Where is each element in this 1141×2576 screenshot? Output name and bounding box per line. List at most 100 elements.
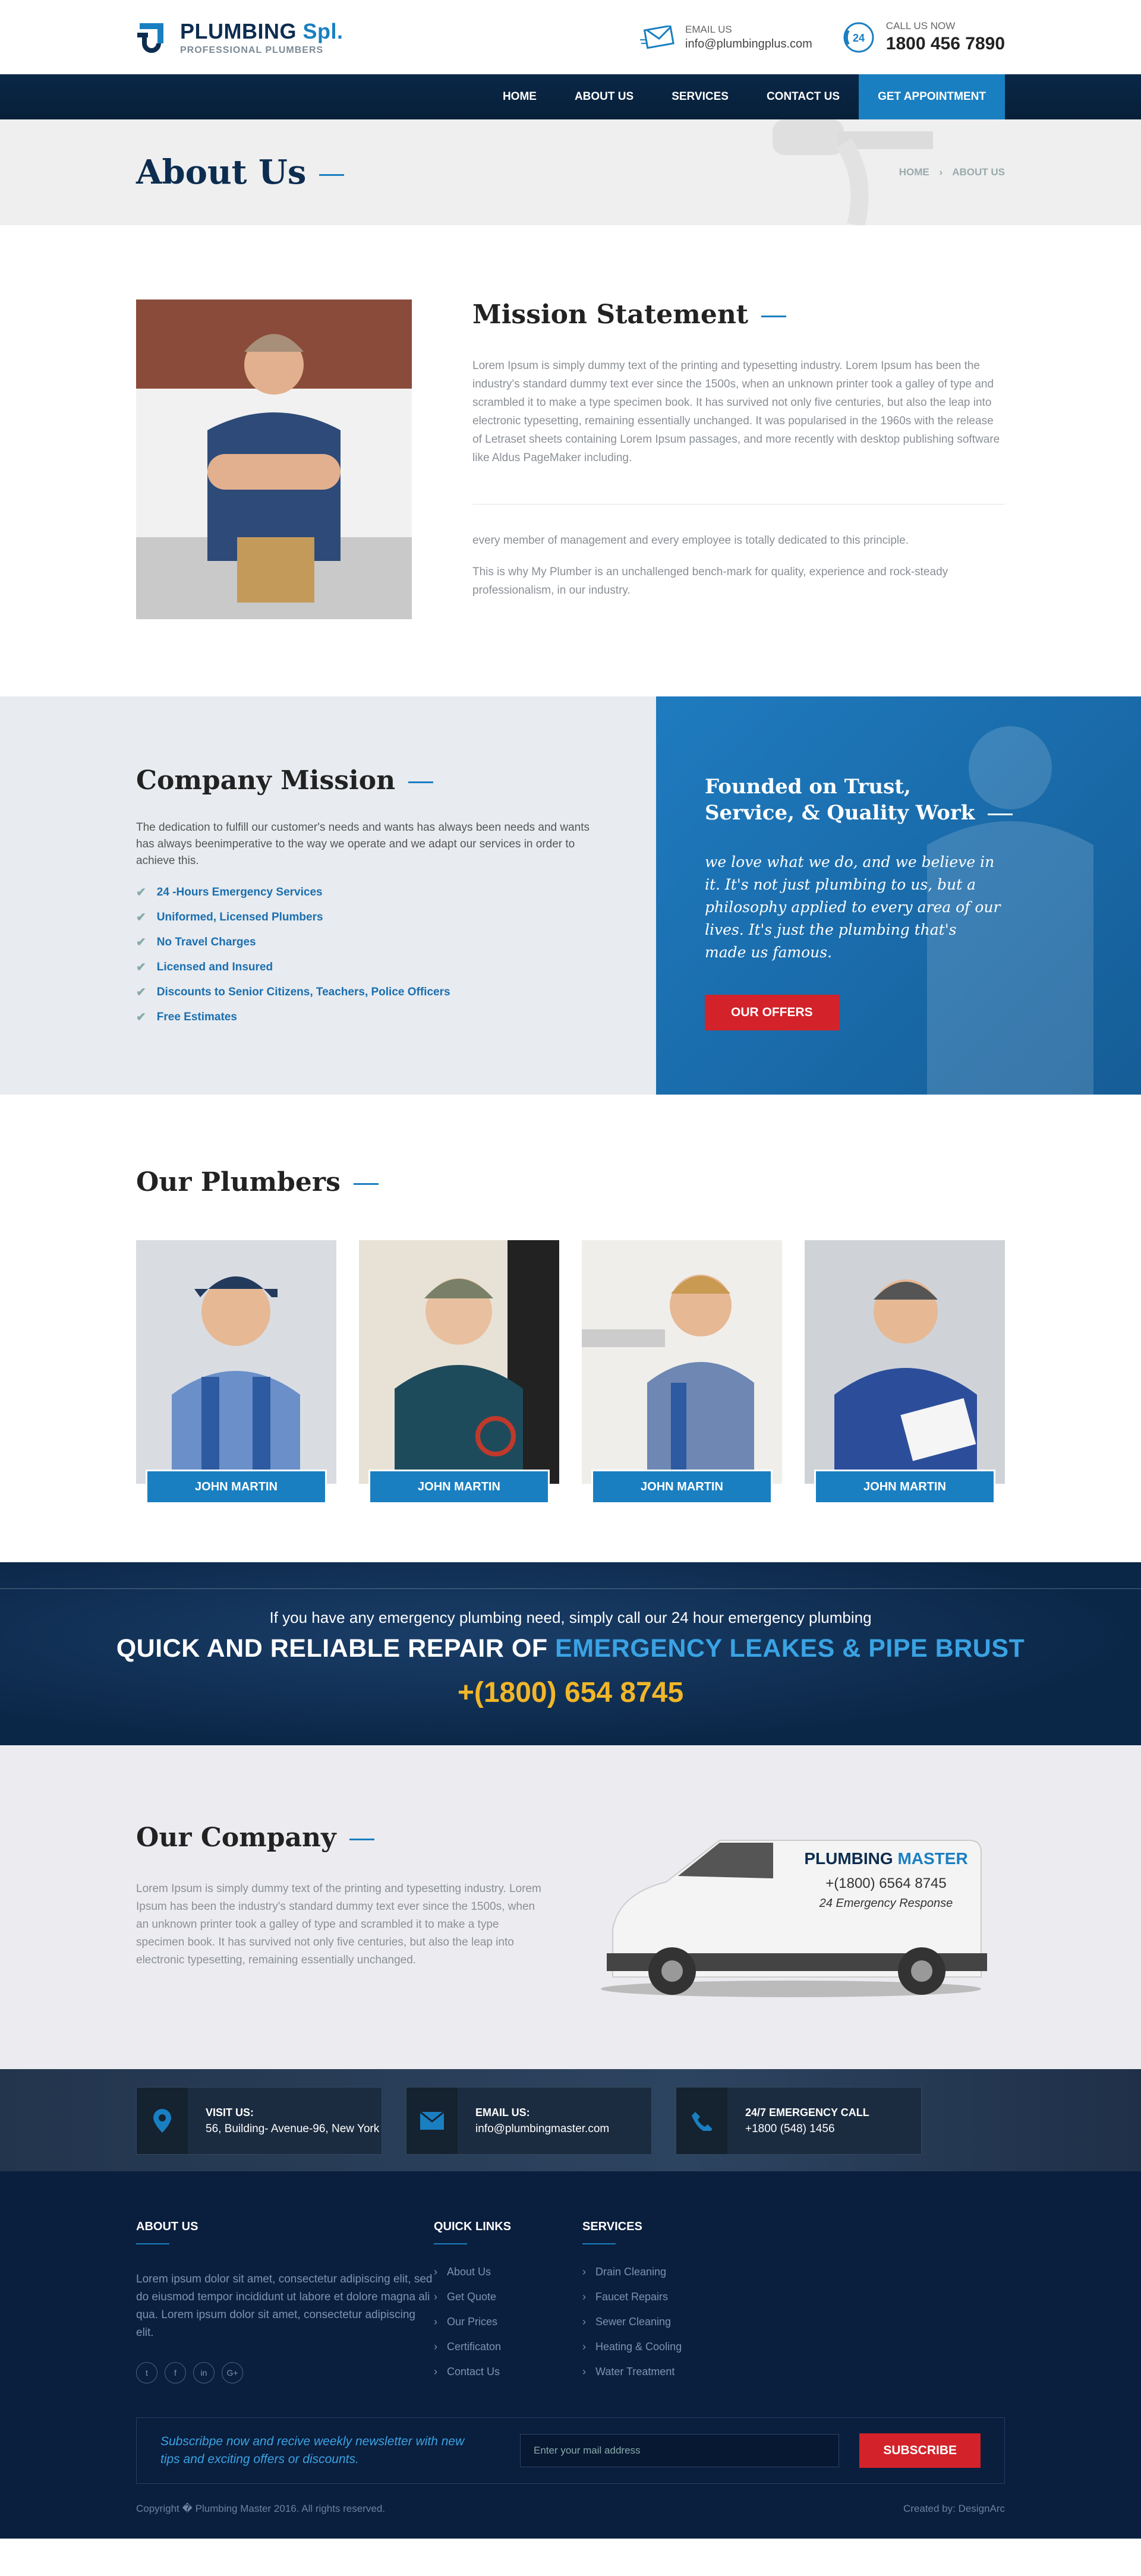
svg-text:PLUMBING MASTER: PLUMBING MASTER bbox=[804, 1849, 967, 1868]
footer-link[interactable]: Heating & Cooling bbox=[582, 2341, 682, 2353]
plumber-card[interactable]: JOHN MARTIN bbox=[805, 1240, 1005, 1504]
plumber-card[interactable]: JOHN MARTIN bbox=[359, 1240, 559, 1504]
company-mission-title: Company Mission bbox=[136, 765, 656, 796]
list-item: ✔ Discounts to Senior Citizens, Teachers,… bbox=[136, 985, 450, 999]
email-value[interactable]: info@plumbingplus.com bbox=[685, 37, 812, 51]
list-item: ✔ Licensed and Insured bbox=[136, 960, 273, 975]
google-plus-icon[interactable]: G+ bbox=[222, 2362, 243, 2383]
plumber-card[interactable]: JOHN MARTIN bbox=[582, 1240, 782, 1504]
plumber-photo bbox=[359, 1240, 559, 1484]
company-mission-desc: The dedication to fulfill our customer's… bbox=[136, 821, 590, 867]
services-title: SERVICES bbox=[582, 2220, 642, 2233]
top-bar: PLUMBING Spl. PROFESSIONAL PLUMBERS EMAI… bbox=[0, 0, 1141, 74]
newsletter-email-input[interactable]: Enter your mail address bbox=[520, 2434, 840, 2467]
get-appointment-button[interactable]: GET APPOINTMENT bbox=[859, 74, 1005, 119]
facebook-icon[interactable]: f bbox=[165, 2362, 186, 2383]
call-contact[interactable]: 24 CALL US NOW 1800 456 7890 bbox=[842, 20, 1005, 54]
emergency-call-value[interactable]: +1800 (548) 1456 bbox=[745, 2123, 869, 2136]
call-number[interactable]: 1800 456 7890 bbox=[886, 34, 1005, 54]
emergency-banner: If you have any emergency plumbing need,… bbox=[0, 1562, 1141, 1745]
plumbers-section: Our Plumbers JOHN MARTIN JOHN MARTIN JOH… bbox=[0, 1095, 1141, 1562]
email-contact[interactable]: EMAIL US info@plumbingplus.com bbox=[640, 24, 812, 51]
plumber-card[interactable]: JOHN MARTIN bbox=[136, 1240, 336, 1504]
footer-services: SERVICES Drain Cleaning Faucet Repairs S… bbox=[582, 2220, 682, 2391]
visit-value: 56, Building- Avenue-96, New York bbox=[206, 2122, 380, 2135]
phone-icon bbox=[676, 2088, 727, 2154]
plumber-name: JOHN MARTIN bbox=[814, 1470, 995, 1504]
nav-contact[interactable]: CONTACT US bbox=[748, 74, 859, 119]
breadcrumb-home[interactable]: HOME bbox=[899, 166, 929, 178]
footer-link[interactable]: About Us bbox=[434, 2266, 582, 2278]
divider bbox=[136, 2243, 169, 2244]
pipe-logo-icon bbox=[137, 23, 163, 53]
credit: Created by: DesignArc bbox=[903, 2503, 1005, 2514]
breadcrumb-separator: › bbox=[939, 166, 943, 178]
divider bbox=[472, 504, 1005, 505]
svg-text:24 Emergency Response: 24 Emergency Response bbox=[819, 1897, 953, 1910]
nav-home[interactable]: HOME bbox=[484, 74, 556, 119]
visit-label: VISIT US: bbox=[206, 2106, 254, 2118]
mission-paragraph-2: every member of management and every emp… bbox=[472, 534, 909, 547]
footer-link[interactable]: Drain Cleaning bbox=[582, 2266, 682, 2278]
footer-link[interactable]: Our Prices bbox=[434, 2316, 582, 2328]
plumber-background-image bbox=[927, 726, 1093, 1095]
breadcrumb: HOME › ABOUT US bbox=[899, 166, 1005, 178]
mission-paragraph-3: This is why My Plumber is an unchallenge… bbox=[472, 566, 948, 597]
van-image: PLUMBING MASTER +(1800) 6564 8745 24 Eme… bbox=[601, 1840, 987, 1997]
list-item: ✔ 24 -Hours Emergency Services bbox=[136, 885, 323, 900]
logo-title: PLUMBING Spl. bbox=[180, 18, 343, 43]
footer-link[interactable]: Sewer Cleaning bbox=[582, 2316, 682, 2328]
envelope-icon bbox=[640, 25, 674, 49]
nav-about[interactable]: ABOUT US bbox=[556, 74, 653, 119]
check-icon: ✔ bbox=[136, 961, 146, 974]
site-footer: ABOUT US Lorem ipsum dolor sit amet, con… bbox=[0, 2171, 1141, 2539]
footer-quick-links: QUICK LINKS About Us Get Quote Our Price… bbox=[434, 2220, 582, 2391]
feature-list: ✔ 24 -Hours Emergency Services ✔ Uniformed… bbox=[136, 885, 656, 1024]
footer-link[interactable]: Get Quote bbox=[434, 2291, 582, 2303]
twitter-icon[interactable]: t bbox=[136, 2362, 157, 2383]
company-mission-section: Company Mission The dedication to fulfil… bbox=[0, 696, 1141, 1095]
plumber-photo bbox=[805, 1240, 1005, 1484]
logo[interactable]: PLUMBING Spl. PROFESSIONAL PLUMBERS bbox=[136, 19, 343, 56]
plumber-photo bbox=[136, 1240, 336, 1484]
svg-text:24: 24 bbox=[853, 32, 865, 44]
plumber-name: JOHN MARTIN bbox=[368, 1470, 550, 1504]
linkedin-icon[interactable]: in bbox=[193, 2362, 215, 2383]
page-header: About Us HOME › ABOUT US bbox=[0, 119, 1141, 225]
footer-about-title: ABOUT US bbox=[136, 2220, 198, 2233]
check-icon: ✔ bbox=[136, 886, 146, 899]
plumber-photo bbox=[136, 299, 412, 619]
envelope-icon bbox=[406, 2088, 458, 2154]
plumber-photo bbox=[582, 1240, 782, 1484]
footer-link[interactable]: Faucet Repairs bbox=[582, 2291, 682, 2303]
check-icon: ✔ bbox=[136, 1011, 146, 1024]
nav-services[interactable]: SERVICES bbox=[653, 74, 748, 119]
plumber-name: JOHN MARTIN bbox=[146, 1470, 327, 1504]
email-us-box[interactable]: EMAIL US: info@plumbingmaster.com bbox=[406, 2087, 652, 2155]
copyright: Copyright � Plumbing Master 2016. All ri… bbox=[136, 2503, 386, 2514]
footer-about-text: Lorem ipsum dolor sit amet, consectetur … bbox=[136, 2273, 433, 2339]
emergency-call-label: 24/7 EMERGENCY CALL bbox=[745, 2106, 869, 2118]
emergency-call-box[interactable]: 24/7 EMERGENCY CALL +1800 (548) 1456 bbox=[676, 2087, 922, 2155]
quick-links-title: QUICK LINKS bbox=[434, 2220, 511, 2233]
visit-us-box[interactable]: VISIT US: 56, Building- Avenue-96, New Yo… bbox=[136, 2087, 382, 2155]
svg-text:+(1800) 6564 8745: +(1800) 6564 8745 bbox=[825, 1875, 947, 1891]
footer-link[interactable]: Certificaton bbox=[434, 2341, 582, 2353]
founded-panel: Founded on Trust, Service, & Quality Work… bbox=[656, 696, 1141, 1095]
list-item: ✔ Uniformed, Licensed Plumbers bbox=[136, 910, 323, 925]
footer-link[interactable]: Contact Us bbox=[434, 2366, 582, 2378]
footer-link[interactable]: Water Treatment bbox=[582, 2366, 682, 2378]
divider bbox=[434, 2243, 467, 2244]
subscribe-button[interactable]: SUBSCRIBE bbox=[859, 2433, 981, 2468]
newsletter-text: Subscribpe now and recive weekly newslet… bbox=[160, 2435, 465, 2466]
email-value[interactable]: info@plumbingmaster.com bbox=[475, 2123, 609, 2136]
email-label: EMAIL US bbox=[685, 23, 732, 35]
check-icon: ✔ bbox=[136, 986, 146, 999]
mission-section: Mission Statement Lorem Ipsum is simply … bbox=[0, 225, 1141, 696]
main-nav: HOME ABOUT US SERVICES CONTACT US GET AP… bbox=[0, 74, 1141, 119]
mission-paragraph-1: Lorem Ipsum is simply dummy text of the … bbox=[472, 360, 1000, 464]
breadcrumb-current: ABOUT US bbox=[952, 166, 1005, 178]
emergency-phone[interactable]: +(1800) 654 8745 bbox=[0, 1676, 1141, 1709]
our-offers-button[interactable]: OUR OFFERS bbox=[705, 995, 839, 1030]
list-item: ✔ No Travel Charges bbox=[136, 935, 256, 950]
